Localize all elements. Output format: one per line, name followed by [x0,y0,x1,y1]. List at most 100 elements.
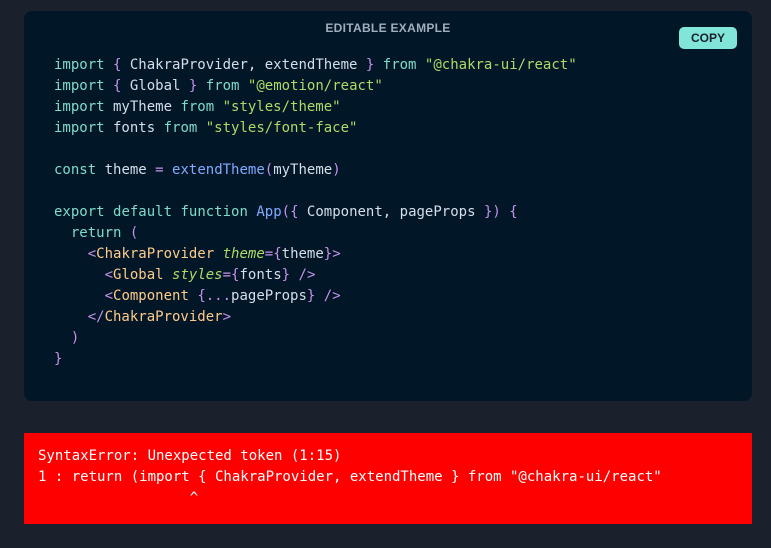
code-token: = [222,267,232,283]
code-token: ( [129,225,139,241]
code-line: <Component {...pageProps} /> [54,286,577,307]
code-token: export [54,204,105,220]
code-token: </ [87,309,105,325]
code-token: fonts [104,120,164,136]
code-token: default [113,204,173,220]
error-line: 1 : return (import { ChakraProvider, ext… [38,469,662,485]
code-token: const [54,162,97,178]
code-token: ... [205,288,232,304]
code-token: import [54,78,105,94]
code-line: import fonts from "styles/font-face" [54,118,577,139]
code-token: myTheme [273,162,333,178]
code-token: myTheme [104,99,181,115]
code-token: pageProps [231,288,307,304]
code-token: "styles/font-face" [205,120,358,136]
code-token: ChakraProvider [96,246,215,262]
code-token: ({ [281,204,299,220]
code-line: ) [54,328,577,349]
code-token: return [70,225,122,241]
code-token: }) [483,204,501,220]
code-token: theme [222,246,265,262]
code-token: import [54,120,105,136]
code-token: Component [113,288,189,304]
error-line: SyntaxError: Unexpected token (1:15) [38,448,342,464]
code-token: < [104,267,114,283]
code-token: "@chakra-ui/react" [424,57,577,73]
code-token: ChakraProvider [104,309,223,325]
code-line: return ( [54,223,577,244]
error-message: SyntaxError: Unexpected token (1:15) 1 : … [38,446,662,509]
code-token: extendTheme [172,162,265,178]
code-token: { [273,246,282,262]
code-token: /> [323,288,341,304]
code-token: ( [264,162,274,178]
code-token: < [104,288,114,304]
code-token: "@emotion/react" [247,78,383,94]
code-token: import [54,99,105,115]
code-line: <ChakraProvider theme={theme}> [54,244,577,265]
code-line: const theme = extendTheme(myTheme) [54,160,577,181]
code-token: = [264,246,274,262]
code-token: from [180,99,215,115]
code-token: } [281,267,291,283]
code-token: < [87,246,97,262]
code-line: export default function App({ Component,… [54,202,577,223]
code-token: from [382,57,417,73]
code-token: theme [281,246,324,262]
code-token: ChakraProvider, extendTheme [121,57,366,73]
error-line: ^ [38,490,199,506]
copy-button[interactable]: COPY [679,27,737,49]
code-line: </ChakraProvider> [54,307,577,328]
code-token: ) [332,162,341,178]
code-token: ) [70,330,80,346]
code-token: = [155,162,164,178]
code-token: Global [121,78,189,94]
code-token: App [256,204,282,220]
code-line: <Global styles={fonts} /> [54,265,577,286]
code-line: import { Global } from "@emotion/react" [54,76,577,97]
code-token: import [54,57,105,73]
code-token: > [222,309,232,325]
code-token: theme [96,162,156,178]
code-token: "styles/theme" [222,99,341,115]
code-token: { [509,204,518,220]
code-line: import { ChakraProvider, extendTheme } f… [54,55,577,76]
code-token: function [180,204,248,220]
code-line: import myTheme from "styles/theme" [54,97,577,118]
code-token: /> [298,267,316,283]
code-line: } [54,349,577,370]
code-token: } [54,351,63,367]
code-block[interactable]: import { ChakraProvider, extendTheme } f… [54,55,577,370]
code-token: from [163,120,198,136]
code-editor[interactable]: EDITABLE EXAMPLE COPY import { ChakraPro… [24,11,752,401]
code-token: from [205,78,240,94]
editor-label: EDITABLE EXAMPLE [325,21,451,35]
code-token: { [197,288,206,304]
code-token: fonts [239,267,282,283]
error-panel: SyntaxError: Unexpected token (1:15) 1 : … [24,433,752,524]
code-token: Global [113,267,164,283]
